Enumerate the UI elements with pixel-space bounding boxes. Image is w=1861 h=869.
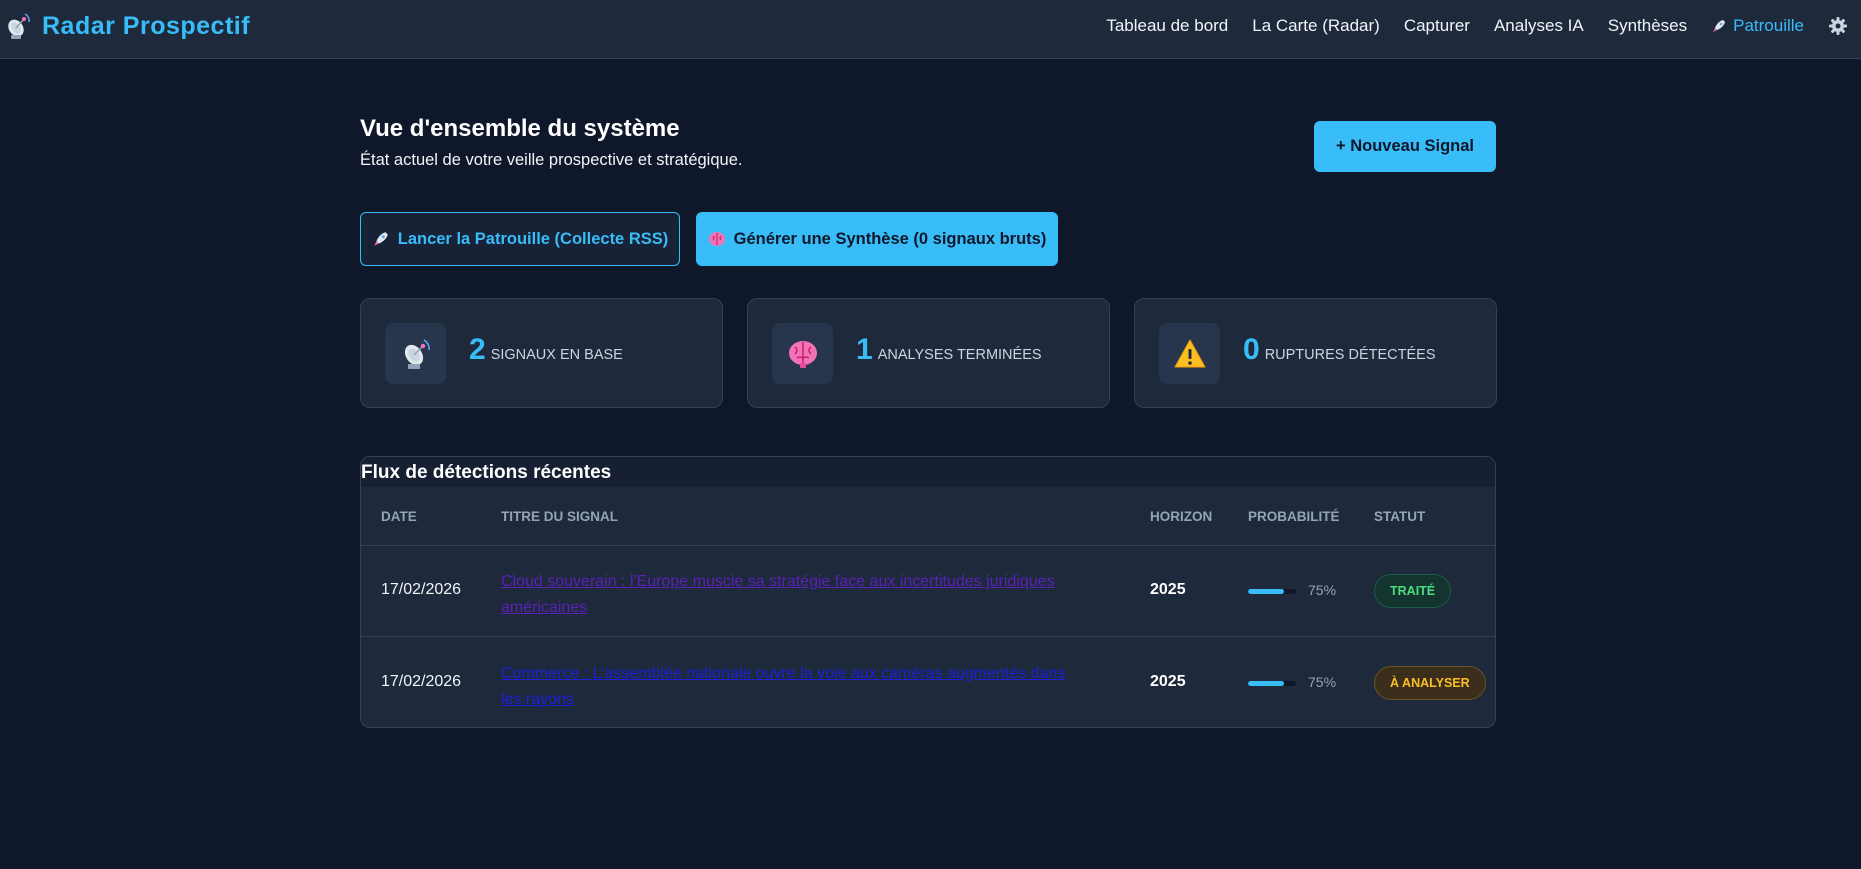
- table-header: Date Titre du signal Horizon Probabilité…: [361, 487, 1495, 546]
- column-header-probability: Probabilité: [1248, 509, 1340, 524]
- signal-title-link[interactable]: Cloud souverain : l'Europe muscle sa str…: [501, 569, 1081, 621]
- table-title: Flux de détections récentes: [361, 457, 1495, 487]
- stat-label: ruptures détectées: [1264, 347, 1436, 363]
- stat-label: signaux en base: [490, 347, 623, 363]
- top-navbar: Radar Prospectif Tableau de bord La Cart…: [0, 0, 1861, 59]
- stat-label: analyses terminées: [877, 347, 1042, 363]
- recent-detections-card: Flux de détections récentes Date Titre d…: [360, 456, 1496, 728]
- stat-text: 1 analyses terminées: [856, 333, 1042, 367]
- nav-link-carte[interactable]: La Carte (Radar): [1252, 16, 1380, 36]
- status-badge: Traité: [1374, 574, 1452, 608]
- probability-bar: [1248, 681, 1296, 686]
- rocket-icon: [1713, 19, 1726, 32]
- status-badge: À analyser: [1374, 666, 1486, 700]
- brain-icon: [708, 232, 725, 246]
- stat-icon-box: [772, 323, 833, 384]
- gear-icon[interactable]: [1828, 16, 1848, 36]
- stat-icon-box: [385, 323, 446, 384]
- stat-card-signaux: 2 signaux en base: [360, 298, 723, 408]
- column-header-title: Titre du signal: [501, 509, 618, 524]
- row-horizon: 2025: [1150, 581, 1186, 598]
- nav-links: Tableau de bord La Carte (Radar) Capture…: [1106, 0, 1861, 51]
- stat-text: 0 ruptures détectées: [1243, 333, 1436, 367]
- table-row: 17/02/2026 Commerce : L'assemblée nation…: [361, 638, 1495, 727]
- rocket-icon: [374, 232, 388, 246]
- stat-icon-box: [1159, 323, 1220, 384]
- column-header-horizon: Horizon: [1150, 509, 1213, 524]
- probability-bar: [1248, 589, 1296, 594]
- new-signal-button[interactable]: + Nouveau Signal: [1314, 121, 1496, 172]
- row-date: 17/02/2026: [381, 581, 462, 598]
- nav-link-capturer[interactable]: Capturer: [1404, 16, 1470, 36]
- generate-synthesis-button[interactable]: Générer une Synthèse (0 signaux bruts): [696, 212, 1058, 266]
- row-horizon: 2025: [1150, 673, 1186, 690]
- nav-link-tableau-de-bord[interactable]: Tableau de bord: [1106, 16, 1228, 36]
- brand[interactable]: Radar Prospectif: [4, 10, 250, 42]
- satellite-dish-icon: [8, 13, 30, 39]
- table-row: 17/02/2026 Cloud souverain : l'Europe mu…: [361, 546, 1495, 637]
- launch-patrol-button[interactable]: Lancer la Patrouille (Collecte RSS): [360, 212, 680, 266]
- nav-link-syntheses[interactable]: Synthèses: [1608, 16, 1687, 36]
- brand-title: Radar Prospectif: [42, 11, 251, 40]
- probability-bar-fill: [1248, 681, 1284, 686]
- nav-link-patrouille-label: Patrouille: [1733, 15, 1804, 35]
- warning-icon: [1174, 339, 1205, 367]
- generate-synthesis-label: Générer une Synthèse (0 signaux bruts): [733, 229, 1047, 248]
- satellite-dish-icon: [404, 338, 430, 369]
- page-title: Vue d'ensemble du système: [360, 115, 680, 142]
- stat-value: 1: [856, 333, 873, 366]
- stat-card-analyses: 1 analyses terminées: [747, 298, 1110, 408]
- nav-link-patrouille[interactable]: Patrouille: [1711, 16, 1804, 36]
- row-date: 17/02/2026: [381, 673, 462, 690]
- probability-bar-fill: [1248, 589, 1284, 594]
- page-subtitle: État actuel de votre veille prospective …: [360, 151, 743, 169]
- stat-card-ruptures: 0 ruptures détectées: [1134, 298, 1497, 408]
- probability-label: 75%: [1308, 674, 1337, 690]
- stat-value: 2: [469, 333, 486, 366]
- probability-label: 75%: [1308, 582, 1337, 598]
- stat-value: 0: [1243, 333, 1260, 366]
- column-header-status: Statut: [1374, 509, 1426, 524]
- column-header-date: Date: [381, 509, 417, 524]
- stat-text: 2 signaux en base: [469, 333, 623, 367]
- brain-icon: [788, 340, 817, 368]
- launch-patrol-label: Lancer la Patrouille (Collecte RSS): [397, 229, 669, 248]
- nav-link-analyses[interactable]: Analyses IA: [1494, 16, 1584, 36]
- signal-title-link[interactable]: Commerce : L'assemblée nationale ouvre l…: [501, 661, 1081, 713]
